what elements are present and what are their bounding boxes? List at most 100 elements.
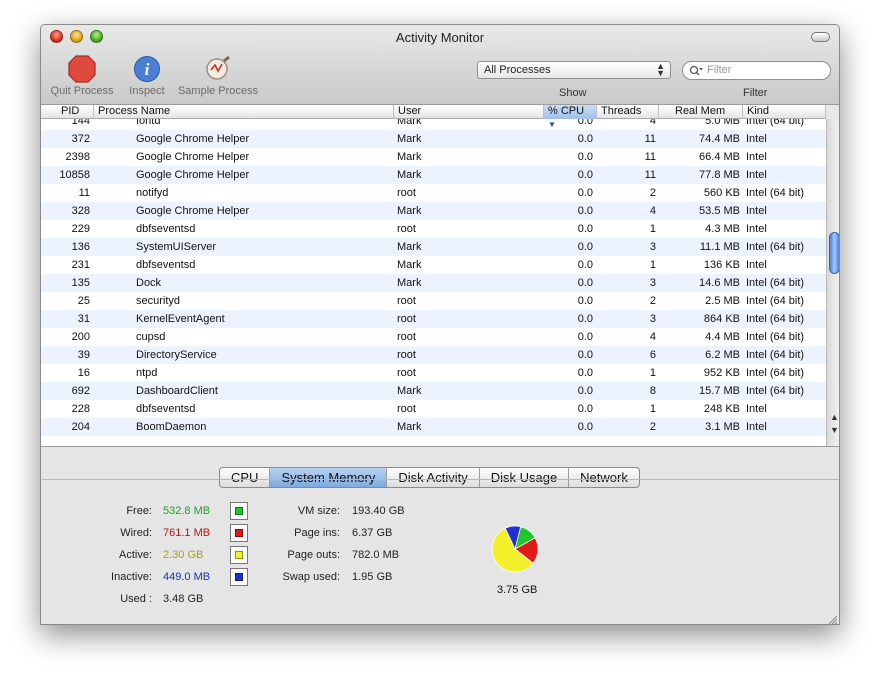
table-row[interactable]: 39 DirectoryService root 0.0 6 6.2 MB Intel (6… — [41, 346, 826, 364]
free-color-swatch[interactable] — [230, 502, 248, 520]
table-row[interactable]: 692 DashboardClient Mark 0.0 8 15.7 MB Intel (… — [41, 382, 826, 400]
cell-name: dbfseventsd — [136, 403, 196, 415]
table-row[interactable]: 372 Google Chrome Helper Mark 0.0 11 74.4 MB I… — [41, 130, 826, 148]
cell-user: Mark — [397, 421, 422, 433]
cell-mem: 14.6 MB — [699, 277, 740, 289]
cell-kind: Intel — [746, 133, 767, 145]
cell-name: Google Chrome Helper — [136, 205, 250, 217]
wired-color-swatch[interactable] — [230, 524, 248, 542]
cell-name: securityd — [136, 295, 181, 307]
vm-size-label: VM size: — [297, 505, 340, 517]
cell-threads: 1 — [649, 367, 656, 379]
cell-cpu: 0.0 — [577, 349, 593, 361]
scrollbar-thumb[interactable] — [829, 232, 839, 274]
column-header-real-mem[interactable]: Real Mem — [659, 105, 743, 119]
table-row[interactable]: 16 ntpd root 0.0 1 952 KB Intel (64 bit) — [41, 364, 826, 382]
page-ins-label: Page ins: — [294, 527, 340, 539]
magnifier-sample-icon — [206, 55, 230, 80]
cell-mem: 952 KB — [703, 367, 740, 379]
column-header-threads[interactable]: Threads — [597, 105, 659, 119]
inactive-color-swatch[interactable] — [230, 568, 248, 586]
cell-threads: 11 — [644, 133, 656, 145]
cell-mem: 3.1 MB — [705, 421, 740, 433]
cell-name: DirectoryService — [136, 349, 217, 361]
table-row[interactable]: 144 fontd Mark 0.0 4 5.0 MB Intel (64 bit) — [41, 119, 826, 130]
table-body: 144 fontd Mark 0.0 4 5.0 MB Intel (64 bit) 372 G… — [41, 119, 826, 446]
filter-search-field[interactable]: Filter — [682, 61, 831, 80]
cell-kind: Intel — [746, 421, 767, 433]
cell-kind: Intel (64 bit) — [746, 349, 805, 361]
table-row[interactable]: 25 securityd root 0.0 2 2.5 MB Intel (64 bit) — [41, 292, 826, 310]
table-row[interactable]: 11 notifyd root 0.0 2 560 KB Intel (64 bit) — [41, 184, 826, 202]
cell-kind: Intel (64 bit) — [746, 313, 805, 325]
inspect-label: Inspect — [129, 85, 165, 97]
column-header-pid[interactable]: PID — [41, 105, 94, 119]
table-row[interactable]: 200 cupsd root 0.0 4 4.4 MB Intel (64 bit) — [41, 328, 826, 346]
cell-cpu: 0.0 — [577, 367, 593, 379]
window-title: Activity Monitor — [395, 30, 485, 45]
table-row[interactable]: 2398 Google Chrome Helper Mark 0.0 11 66.4 MB… — [41, 148, 826, 166]
active-color-swatch[interactable] — [230, 546, 248, 564]
cell-mem: 4.3 MB — [705, 223, 740, 235]
scroll-up-icon[interactable]: ▲ — [827, 412, 839, 422]
swap-used-label: Swap used: — [282, 571, 340, 583]
cell-kind: Intel — [746, 169, 767, 181]
cell-cpu: 0.0 — [577, 151, 593, 163]
column-header-process-name[interactable]: Process Name — [94, 105, 394, 119]
cell-pid: 144 — [71, 119, 90, 127]
table-row[interactable]: 10858 Google Chrome Helper Mark 0.0 11 77.8 M… — [41, 166, 826, 184]
system-memory-panel: Free: 532.8 MB Wired: 761.1 MB Active: 2… — [42, 479, 839, 624]
swap-used-value: 1.95 GB — [352, 571, 393, 583]
table-row[interactable]: 136 SystemUIServer Mark 0.0 3 11.1 MB Intel (6… — [41, 238, 826, 256]
column-header-cpu[interactable]: % CPU ▼ — [544, 105, 597, 129]
toolbar-toggle-button[interactable] — [811, 32, 830, 42]
scroll-down-icon[interactable]: ▼ — [827, 425, 839, 435]
cell-pid: 229 — [71, 223, 90, 235]
cell-mem: 248 KB — [703, 403, 740, 415]
wired-color-chip — [235, 529, 243, 537]
table-row[interactable]: 204 BoomDaemon Mark 0.0 2 3.1 MB Intel — [41, 418, 826, 436]
total-memory-value: 3.75 GB — [497, 584, 538, 596]
quit-process-label: Quit Process — [50, 85, 114, 97]
table-row[interactable]: 328 Google Chrome Helper Mark 0.0 4 53.5 MB In… — [41, 202, 826, 220]
sample-process-button[interactable]: Sample Process — [175, 55, 261, 97]
cell-mem: 74.4 MB — [699, 133, 740, 145]
table-row[interactable]: 228 dbfseventsd root 0.0 1 248 KB Intel — [41, 400, 826, 418]
cell-pid: 228 — [71, 403, 90, 415]
quit-process-button[interactable]: Quit Process — [49, 55, 115, 97]
cell-kind: Intel (64 bit) — [746, 119, 805, 127]
cell-name: Google Chrome Helper — [136, 151, 250, 163]
table-row[interactable]: 135 Dock Mark 0.0 3 14.6 MB Intel (64 bit) — [41, 274, 826, 292]
cell-kind: Intel (64 bit) — [746, 241, 805, 253]
cell-mem: 5.0 MB — [705, 119, 740, 127]
column-header-user[interactable]: User — [394, 105, 544, 119]
cell-mem: 864 KB — [703, 313, 740, 325]
process-table: PID Process Name User % CPU ▼ Threads Re… — [41, 105, 826, 446]
inspect-button[interactable]: i Inspect — [125, 55, 169, 97]
cell-mem: 6.2 MB — [705, 349, 740, 361]
vertical-scrollbar[interactable]: ▲ ▼ — [826, 119, 839, 446]
cell-mem: 77.8 MB — [699, 169, 740, 181]
table-row[interactable]: 31 KernelEventAgent root 0.0 3 864 KB Intel (6… — [41, 310, 826, 328]
cell-pid: 135 — [71, 277, 90, 289]
cell-pid: 31 — [77, 313, 90, 325]
cell-threads: 8 — [649, 385, 656, 397]
cell-mem: 53.5 MB — [699, 205, 740, 217]
resize-grip-icon[interactable] — [827, 614, 837, 624]
cell-mem: 11.1 MB — [699, 241, 740, 253]
show-label: Show — [559, 87, 587, 99]
cell-user: root — [397, 313, 416, 325]
cell-name: dbfseventsd — [136, 223, 196, 235]
active-label: Active: — [118, 549, 152, 561]
show-processes-select[interactable]: All Processes ▲ ▼ — [477, 61, 671, 79]
svg-text:i: i — [145, 60, 150, 79]
cell-name: SystemUIServer — [136, 241, 217, 253]
table-row[interactable]: 231 dbfseventsd Mark 0.0 1 136 KB Intel — [41, 256, 826, 274]
cell-threads: 4 — [649, 331, 656, 343]
cell-user: Mark — [397, 259, 422, 271]
cell-threads: 4 — [649, 119, 656, 127]
info-icon: i — [134, 56, 160, 82]
table-row[interactable]: 229 dbfseventsd root 0.0 1 4.3 MB Intel — [41, 220, 826, 238]
cell-name: Google Chrome Helper — [136, 169, 250, 181]
column-header-kind[interactable]: Kind — [743, 105, 826, 119]
